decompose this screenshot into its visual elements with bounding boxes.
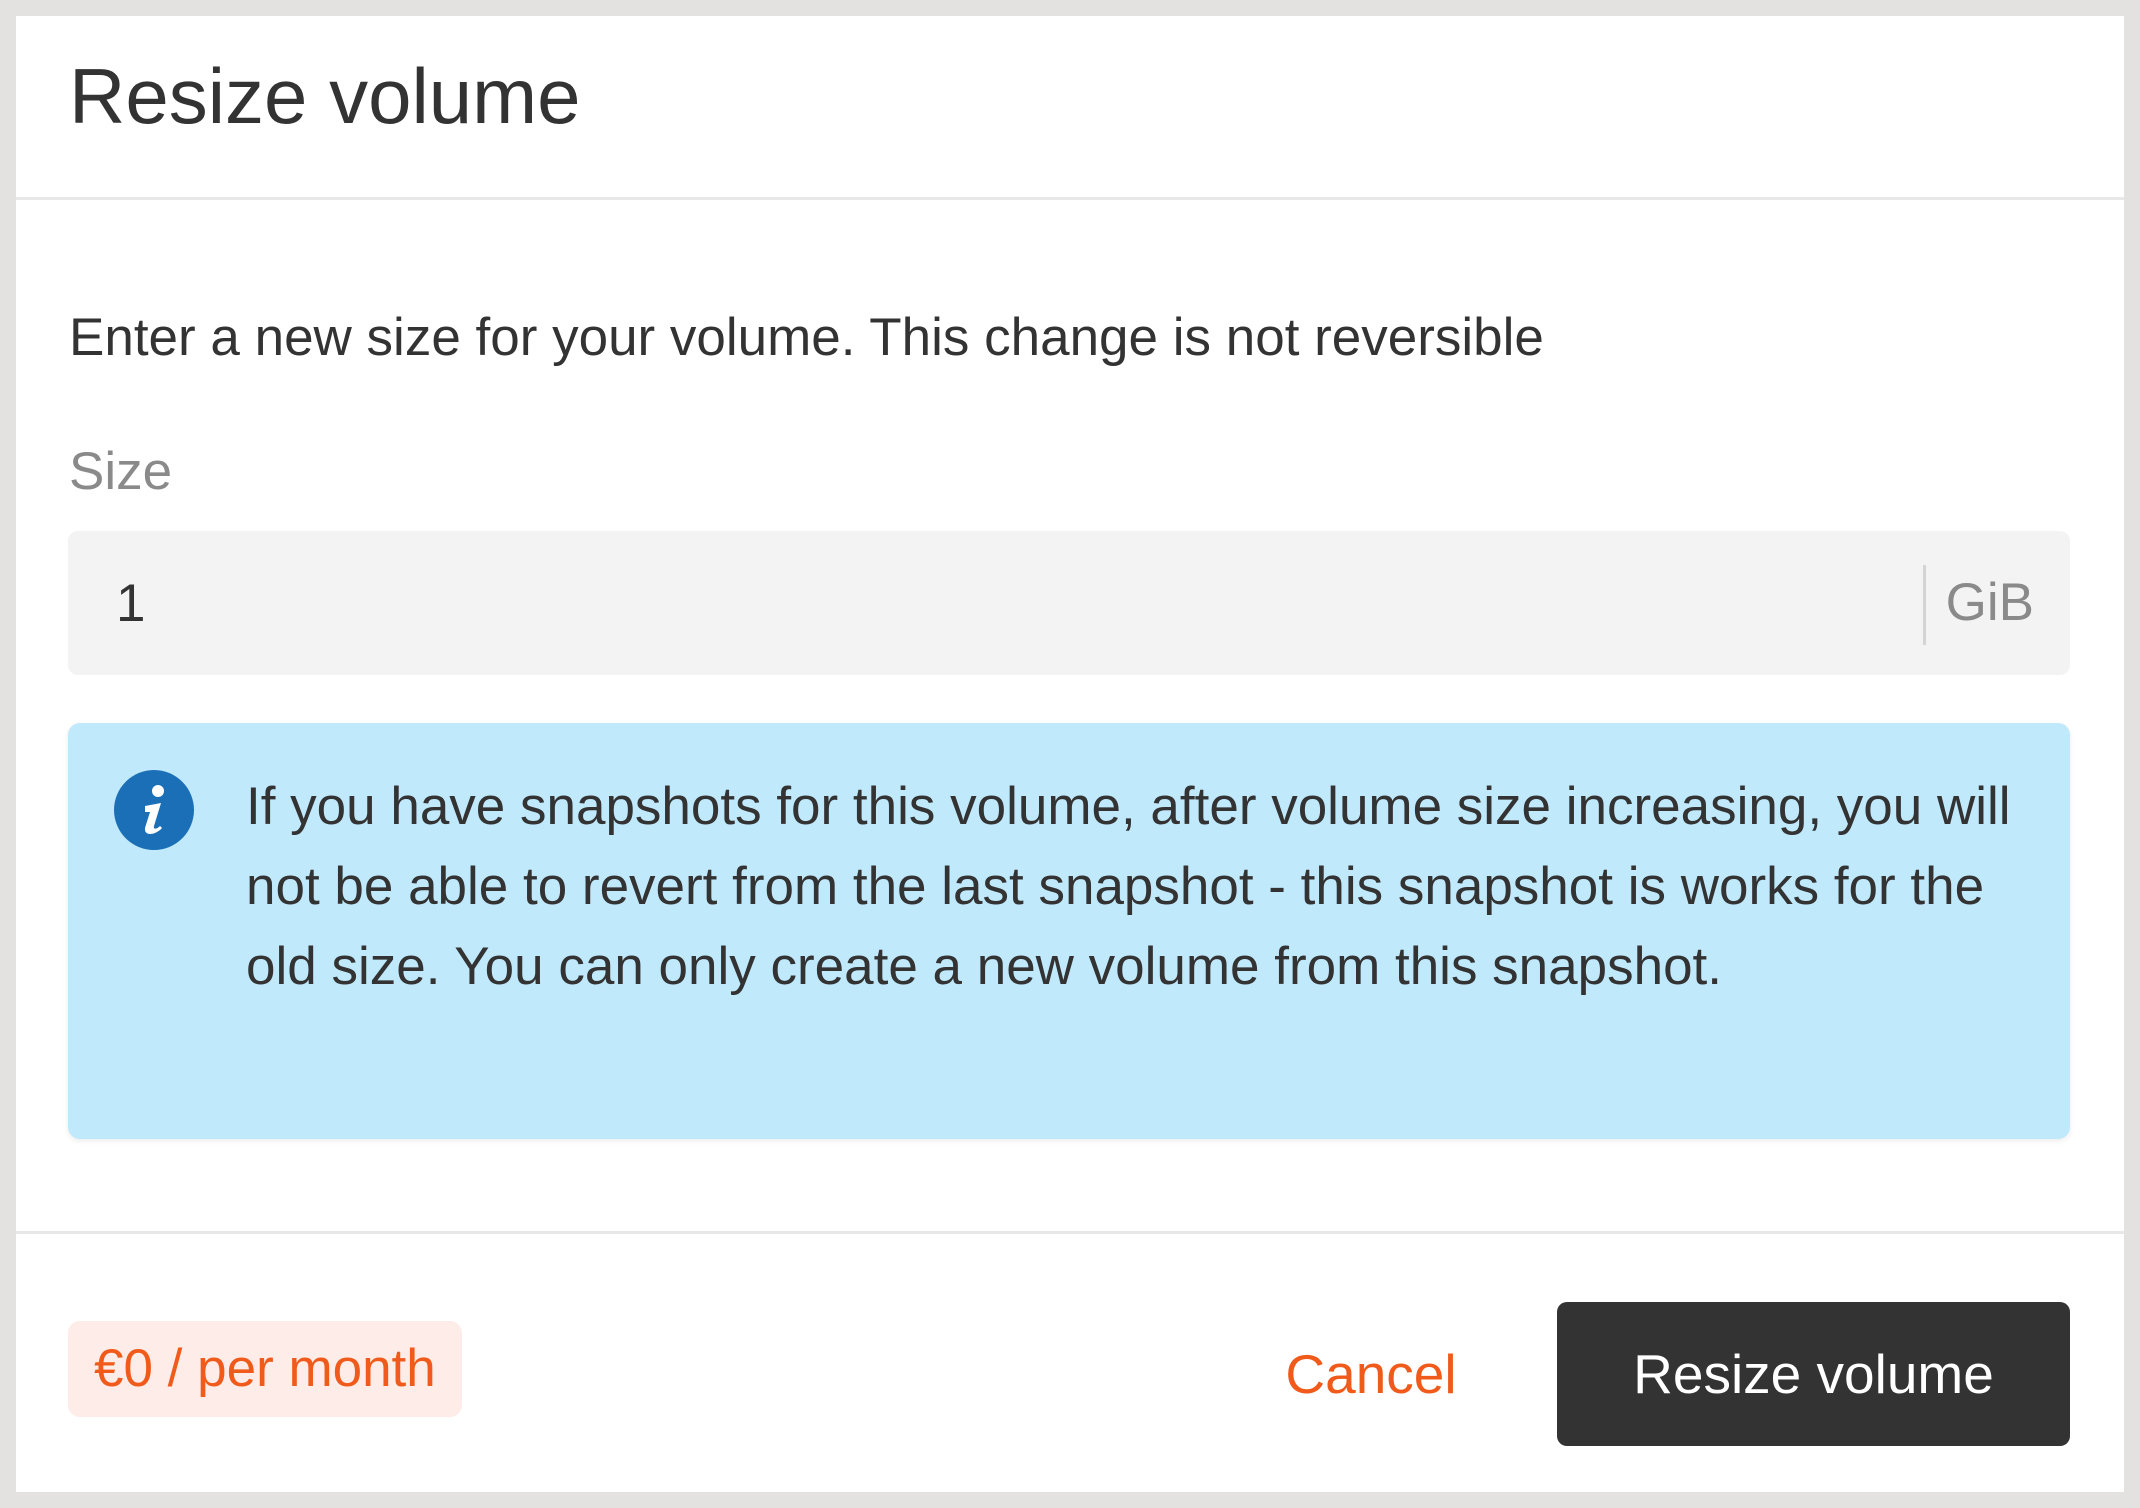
unit-divider bbox=[1923, 565, 1926, 645]
size-input[interactable] bbox=[68, 531, 1918, 675]
dialog-footer: €0 / per month Cancel Resize volume bbox=[16, 1234, 2124, 1489]
monthly-price-badge: €0 / per month bbox=[68, 1321, 462, 1417]
snapshot-info-alert: If you have snapshots for this volume, a… bbox=[68, 723, 2070, 1139]
dialog-header: Resize volume bbox=[16, 16, 2124, 200]
resize-volume-dialog: Resize volume Enter a new size for your … bbox=[16, 16, 2124, 1492]
dialog-title: Resize volume bbox=[69, 52, 581, 140]
size-field: GiB bbox=[68, 531, 2070, 675]
dialog-body: Enter a new size for your volume. This c… bbox=[16, 200, 2124, 1234]
cancel-button[interactable]: Cancel bbox=[1236, 1302, 1506, 1446]
size-label: Size bbox=[69, 442, 173, 501]
size-unit-label: GiB bbox=[1945, 573, 2034, 632]
dialog-description: Enter a new size for your volume. This c… bbox=[69, 308, 1544, 367]
snapshot-info-text: If you have snapshots for this volume, a… bbox=[246, 777, 2011, 996]
resize-volume-button[interactable]: Resize volume bbox=[1557, 1302, 2070, 1446]
info-icon bbox=[114, 770, 194, 850]
